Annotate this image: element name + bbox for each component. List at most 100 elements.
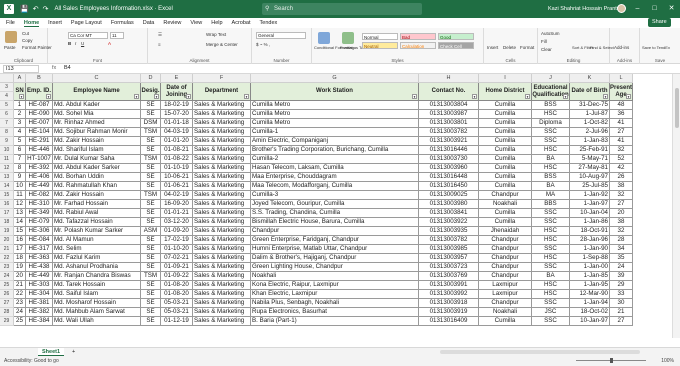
font-color-icon[interactable]: A bbox=[108, 41, 111, 46]
table-cell[interactable]: 18-Oct-91 bbox=[570, 227, 610, 236]
filter-dropdown-icon[interactable]: ▾ bbox=[154, 94, 159, 99]
table-cell[interactable]: 1 bbox=[14, 101, 26, 110]
filter-dropdown-icon[interactable]: ▾ bbox=[525, 94, 530, 99]
table-header-cell[interactable]: SN ▾ bbox=[14, 83, 26, 101]
table-cell[interactable]: Md. Rahmatullah Khan bbox=[53, 182, 141, 191]
table-cell[interactable]: 25-Jul-85 bbox=[570, 182, 610, 191]
column-header-i[interactable]: I bbox=[479, 74, 532, 83]
table-cell[interactable]: Joyed Telecom, Gouripur, Cumilla bbox=[251, 200, 419, 209]
table-cell[interactable]: Mr. Dulal Kumar Saha bbox=[53, 155, 141, 164]
italic-button[interactable]: I bbox=[75, 41, 76, 46]
tab-tendex[interactable]: Tendex bbox=[260, 20, 278, 26]
table-cell[interactable]: 52 bbox=[610, 155, 633, 164]
column-header-a[interactable]: A bbox=[14, 74, 26, 83]
merge-center-button[interactable]: Merge & Center bbox=[206, 42, 238, 47]
close-icon[interactable]: ✕ bbox=[663, 0, 680, 18]
table-cell[interactable]: Sales & Marketing bbox=[193, 173, 251, 182]
table-cell[interactable]: Khan Electric, Laxmipur bbox=[251, 290, 419, 299]
table-cell[interactable]: Md. Selim bbox=[53, 245, 141, 254]
table-cell[interactable]: 8 bbox=[14, 164, 26, 173]
tab-home[interactable]: Home bbox=[23, 20, 40, 27]
row-header[interactable]: 13 bbox=[0, 173, 14, 182]
tab-page-layout[interactable]: Page Layout bbox=[71, 20, 102, 26]
table-cell[interactable]: 01313016446 bbox=[419, 146, 479, 155]
table-cell[interactable]: Cumilla bbox=[479, 218, 532, 227]
save-to-tendex-button[interactable]: Save to TendEx bbox=[642, 45, 670, 50]
table-cell[interactable]: Sales & Marketing bbox=[193, 119, 251, 128]
table-cell[interactable]: Sales & Marketing bbox=[193, 146, 251, 155]
table-cell[interactable]: Sales & Marketing bbox=[193, 227, 251, 236]
table-cell[interactable]: Cumilla Metro bbox=[251, 101, 419, 110]
table-cell[interactable]: 25 bbox=[14, 317, 26, 326]
tab-formulas[interactable]: Formulas bbox=[111, 20, 134, 26]
table-cell[interactable]: 05-03-21 bbox=[161, 308, 193, 317]
formula-input[interactable]: B4 bbox=[64, 65, 71, 71]
table-cell[interactable]: HE-087 bbox=[26, 101, 53, 110]
table-cell[interactable]: 25-Feb-91 bbox=[570, 146, 610, 155]
minimize-icon[interactable]: – bbox=[629, 0, 646, 18]
table-cell[interactable]: Sales & Marketing bbox=[193, 164, 251, 173]
row-header[interactable]: 28 bbox=[0, 308, 14, 317]
table-cell[interactable]: 1-Jan-00 bbox=[570, 263, 610, 272]
table-cell[interactable]: Md. Abdul Kader Sarker bbox=[53, 164, 141, 173]
table-header-cell[interactable]: Date of Joining ▾ bbox=[161, 83, 193, 101]
filter-dropdown-icon[interactable]: ▾ bbox=[186, 94, 191, 99]
table-cell[interactable]: HE-084 bbox=[26, 236, 53, 245]
table-cell[interactable]: 1-Jan-83 bbox=[570, 137, 610, 146]
table-cell[interactable]: 01313016409 bbox=[419, 317, 479, 326]
table-cell[interactable]: Cumilla bbox=[479, 164, 532, 173]
table-cell[interactable]: HSC bbox=[532, 164, 570, 173]
add-ins-button[interactable]: Add-ins bbox=[614, 45, 629, 50]
table-cell[interactable]: 11 bbox=[14, 191, 26, 200]
row-header[interactable]: 16 bbox=[0, 200, 14, 209]
table-cell[interactable]: 38 bbox=[610, 218, 633, 227]
undo-icon[interactable]: ↶ bbox=[33, 5, 39, 13]
table-cell[interactable]: Md. Rabiul Awal bbox=[53, 209, 141, 218]
table-cell[interactable]: Amin Electric, Companiganj bbox=[251, 137, 419, 146]
table-cell[interactable]: HE-449 bbox=[26, 272, 53, 281]
table-cell[interactable]: HE-291 bbox=[26, 137, 53, 146]
table-cell[interactable]: Sales & Marketing bbox=[193, 128, 251, 137]
table-cell[interactable]: Mr. Farhad Hossain bbox=[53, 200, 141, 209]
fx-label[interactable]: fx bbox=[52, 65, 56, 71]
table-cell[interactable]: SE bbox=[141, 281, 161, 290]
row-header[interactable]: 6 bbox=[0, 110, 14, 119]
row-header[interactable]: 22 bbox=[0, 254, 14, 263]
table-cell[interactable]: 27 bbox=[610, 317, 633, 326]
table-cell[interactable]: SE bbox=[141, 290, 161, 299]
row-header[interactable]: 23 bbox=[0, 263, 14, 272]
table-cell[interactable]: SE bbox=[141, 110, 161, 119]
table-cell[interactable]: HE-082 bbox=[26, 191, 53, 200]
table-cell[interactable]: 27-May-81 bbox=[570, 164, 610, 173]
autosum-button[interactable]: AutoSum bbox=[541, 31, 560, 36]
table-cell[interactable]: SSC bbox=[532, 209, 570, 218]
table-cell[interactable]: 16 bbox=[14, 236, 26, 245]
table-cell[interactable]: 1-Jan-85 bbox=[570, 272, 610, 281]
table-cell[interactable]: Sales & Marketing bbox=[193, 218, 251, 227]
table-cell[interactable]: 4 bbox=[14, 128, 26, 137]
table-cell[interactable]: 01-01-20 bbox=[161, 137, 193, 146]
table-cell[interactable]: SE bbox=[141, 137, 161, 146]
column-header-e[interactable]: E bbox=[161, 74, 193, 83]
style-normal[interactable]: Normal bbox=[362, 33, 398, 40]
table-cell[interactable]: Chandpur bbox=[479, 236, 532, 245]
table-cell[interactable]: 15-07-20 bbox=[161, 110, 193, 119]
table-cell[interactable]: 23 bbox=[14, 299, 26, 308]
table-cell[interactable]: 1-Jan-86 bbox=[570, 218, 610, 227]
fill-button[interactable]: Fill bbox=[541, 39, 547, 44]
table-cell[interactable]: Cumilla bbox=[479, 101, 532, 110]
table-cell[interactable]: 2 bbox=[14, 110, 26, 119]
table-cell[interactable]: Maa Telecom, Modafforganj, Cumilla bbox=[251, 182, 419, 191]
row-header[interactable]: 5 bbox=[0, 101, 14, 110]
table-cell[interactable]: 6 bbox=[14, 146, 26, 155]
underline-button[interactable]: U bbox=[81, 41, 84, 46]
table-cell[interactable]: BA bbox=[532, 182, 570, 191]
table-cell[interactable]: 27 bbox=[610, 200, 633, 209]
table-cell[interactable]: 01313003804 bbox=[419, 101, 479, 110]
table-cell[interactable]: Chandpur bbox=[479, 245, 532, 254]
table-cell[interactable]: 10-Aug-97 bbox=[570, 173, 610, 182]
table-cell[interactable]: 01-09-22 bbox=[161, 272, 193, 281]
tab-review[interactable]: Review bbox=[163, 20, 181, 26]
table-cell[interactable]: SE bbox=[141, 146, 161, 155]
table-cell[interactable]: 1-Oct-82 bbox=[570, 119, 610, 128]
